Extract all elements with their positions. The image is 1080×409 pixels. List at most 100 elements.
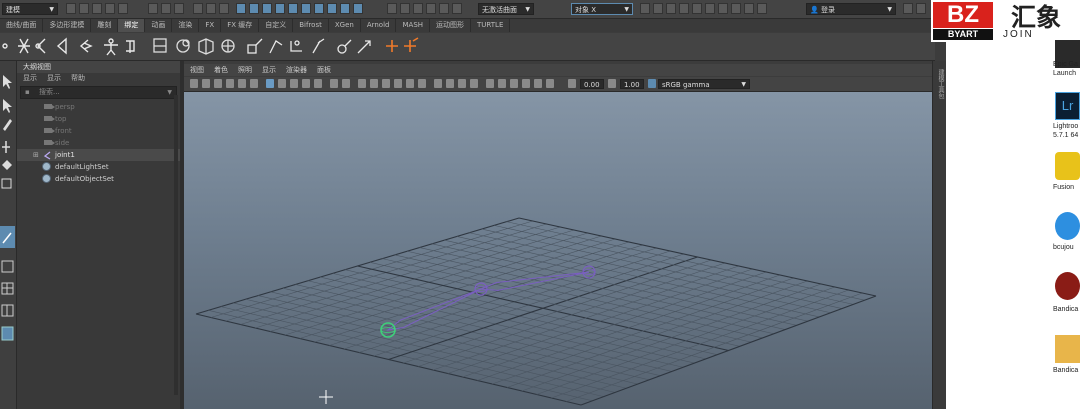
mask-icon-5[interactable] bbox=[288, 3, 298, 14]
mask-icon-10[interactable] bbox=[353, 3, 363, 14]
outliner-item-persp[interactable]: persp bbox=[17, 101, 180, 113]
render-setup-icon[interactable] bbox=[705, 3, 715, 14]
anti-aliasing-icon[interactable] bbox=[458, 79, 466, 88]
smooth-bind-icon[interactable] bbox=[221, 39, 235, 53]
blendshape-icon[interactable] bbox=[312, 38, 325, 54]
select-object-icon[interactable] bbox=[161, 3, 171, 14]
field-chart-icon[interactable] bbox=[314, 79, 322, 88]
expand-icon[interactable]: ⊞ bbox=[33, 149, 39, 161]
mask-icon-1[interactable] bbox=[236, 3, 246, 14]
arnold-ipr-icon[interactable] bbox=[744, 3, 754, 14]
outliner-search-input[interactable]: ▪ 搜索... ▼ bbox=[20, 86, 177, 99]
lasso-tool-icon[interactable] bbox=[3, 99, 12, 113]
grid-icon[interactable] bbox=[266, 79, 274, 88]
mask-joint-icon[interactable] bbox=[206, 3, 216, 14]
paint-weights-icon[interactable] bbox=[247, 38, 263, 54]
joint-bone[interactable] bbox=[480, 271, 590, 291]
xray-joints-icon[interactable] bbox=[522, 79, 530, 88]
color-space-dropdown[interactable]: sRGB gamma ▼ bbox=[658, 79, 750, 89]
outliner-item-joint1[interactable]: ⊞ joint1 bbox=[17, 149, 180, 161]
hypershade-icon[interactable] bbox=[692, 3, 702, 14]
viewport-menu-item[interactable]: 面板 bbox=[317, 65, 331, 75]
new-scene-icon[interactable] bbox=[66, 3, 76, 14]
render-settings-icon[interactable] bbox=[679, 3, 689, 14]
mask-icon-8[interactable] bbox=[327, 3, 337, 14]
snap-curve-icon[interactable] bbox=[400, 3, 410, 14]
select-component-icon[interactable] bbox=[174, 3, 184, 14]
select-tool-icon[interactable] bbox=[3, 75, 12, 89]
resolution-gate-icon[interactable] bbox=[290, 79, 298, 88]
arnold-settings-icon[interactable] bbox=[757, 3, 767, 14]
gamma-icon[interactable] bbox=[608, 79, 616, 88]
mask-icon-6[interactable] bbox=[301, 3, 311, 14]
snap-view-icon[interactable] bbox=[426, 3, 436, 14]
snap-grid-icon[interactable] bbox=[387, 3, 397, 14]
snap-live-icon[interactable] bbox=[452, 3, 462, 14]
smooth-shade-icon[interactable] bbox=[370, 79, 378, 88]
bookmark-icon[interactable] bbox=[214, 79, 222, 88]
shelf-tab[interactable]: FX bbox=[199, 19, 222, 32]
wireframe-on-shaded-icon[interactable] bbox=[382, 79, 390, 88]
arnold-render-icon[interactable] bbox=[731, 3, 741, 14]
xray-active-icon[interactable] bbox=[510, 79, 518, 88]
light-editor-icon[interactable] bbox=[718, 3, 728, 14]
fusion-icon[interactable] bbox=[1055, 152, 1080, 180]
move-tool-icon[interactable] bbox=[2, 141, 10, 153]
mode-menu-dropdown[interactable]: 建模 ▼ bbox=[2, 3, 58, 15]
viewport-menu-item[interactable]: 着色 bbox=[214, 65, 228, 75]
live-surface-field[interactable]: 无激活曲面 ▼ bbox=[478, 3, 534, 15]
color-management-icon[interactable] bbox=[648, 79, 656, 88]
open-scene-icon[interactable] bbox=[79, 3, 89, 14]
wrap-icon[interactable] bbox=[337, 39, 352, 54]
ik-spline-icon[interactable] bbox=[176, 39, 190, 53]
undo-icon[interactable] bbox=[105, 3, 115, 14]
outliner-menu-item[interactable]: 显示 bbox=[23, 73, 37, 84]
chevron-down-icon[interactable]: ▼ bbox=[167, 87, 172, 98]
render-view-icon[interactable] bbox=[640, 3, 650, 14]
outliner-item-side[interactable]: side bbox=[17, 137, 180, 149]
mask-curve-icon[interactable] bbox=[219, 3, 229, 14]
login-field[interactable]: 👤 登录 ▼ bbox=[806, 3, 896, 15]
perspective-viewport[interactable] bbox=[184, 92, 932, 409]
paint-select-icon[interactable] bbox=[3, 119, 12, 131]
lightroom-icon[interactable]: Lr bbox=[1055, 92, 1080, 120]
shelf-tab[interactable]: 动画 bbox=[145, 19, 173, 32]
bcujou-icon[interactable] bbox=[1055, 212, 1080, 240]
viewport-menu-item[interactable]: 视图 bbox=[190, 65, 204, 75]
shelf-tab[interactable]: XGen bbox=[329, 19, 361, 32]
shelf-tab[interactable]: 多边形建模 bbox=[43, 19, 92, 32]
quick-rig-icon[interactable] bbox=[104, 38, 118, 56]
constraint-icon[interactable] bbox=[404, 37, 419, 52]
mask-icon-4[interactable] bbox=[275, 3, 285, 14]
image-plane-icon[interactable] bbox=[226, 79, 234, 88]
screen-space-ao-icon[interactable] bbox=[434, 79, 442, 88]
render-frame-icon[interactable] bbox=[653, 3, 663, 14]
shelf-tab[interactable]: Arnold bbox=[361, 19, 397, 32]
attribute-editor-icon[interactable] bbox=[916, 3, 926, 14]
select-camera-icon[interactable] bbox=[190, 79, 198, 88]
shelf-tab[interactable]: 运动图形 bbox=[430, 19, 472, 32]
camera-attributes-icon[interactable] bbox=[202, 79, 210, 88]
xray-icon[interactable] bbox=[498, 79, 506, 88]
single-view-icon[interactable] bbox=[1, 260, 14, 273]
lattice-icon[interactable] bbox=[269, 40, 283, 54]
outliner-scrollbar[interactable] bbox=[174, 95, 178, 395]
shelf-tab[interactable]: 雕刻 bbox=[91, 19, 119, 32]
hik-icon[interactable] bbox=[126, 40, 135, 53]
mask-handle-icon[interactable] bbox=[193, 3, 203, 14]
outliner-item-front[interactable]: front bbox=[17, 125, 180, 137]
exposure-icon[interactable] bbox=[568, 79, 576, 88]
shelf-tab[interactable]: TURTLE bbox=[471, 19, 511, 32]
insert-joint-icon[interactable] bbox=[35, 38, 46, 54]
viewport-menu-item[interactable]: 显示 bbox=[262, 65, 276, 75]
mask-icon-3[interactable] bbox=[262, 3, 272, 14]
motion-blur-icon[interactable] bbox=[446, 79, 454, 88]
settings-icon[interactable] bbox=[2, 43, 8, 49]
mask-icon-9[interactable] bbox=[340, 3, 350, 14]
viewport-menu-item[interactable]: 渲染器 bbox=[286, 65, 307, 75]
mask-icon-7[interactable] bbox=[314, 3, 324, 14]
select-hierarchy-icon[interactable] bbox=[148, 3, 158, 14]
depth-of-field-icon[interactable] bbox=[470, 79, 478, 88]
textured-icon[interactable] bbox=[394, 79, 402, 88]
rotate-tool-icon[interactable] bbox=[2, 160, 12, 170]
